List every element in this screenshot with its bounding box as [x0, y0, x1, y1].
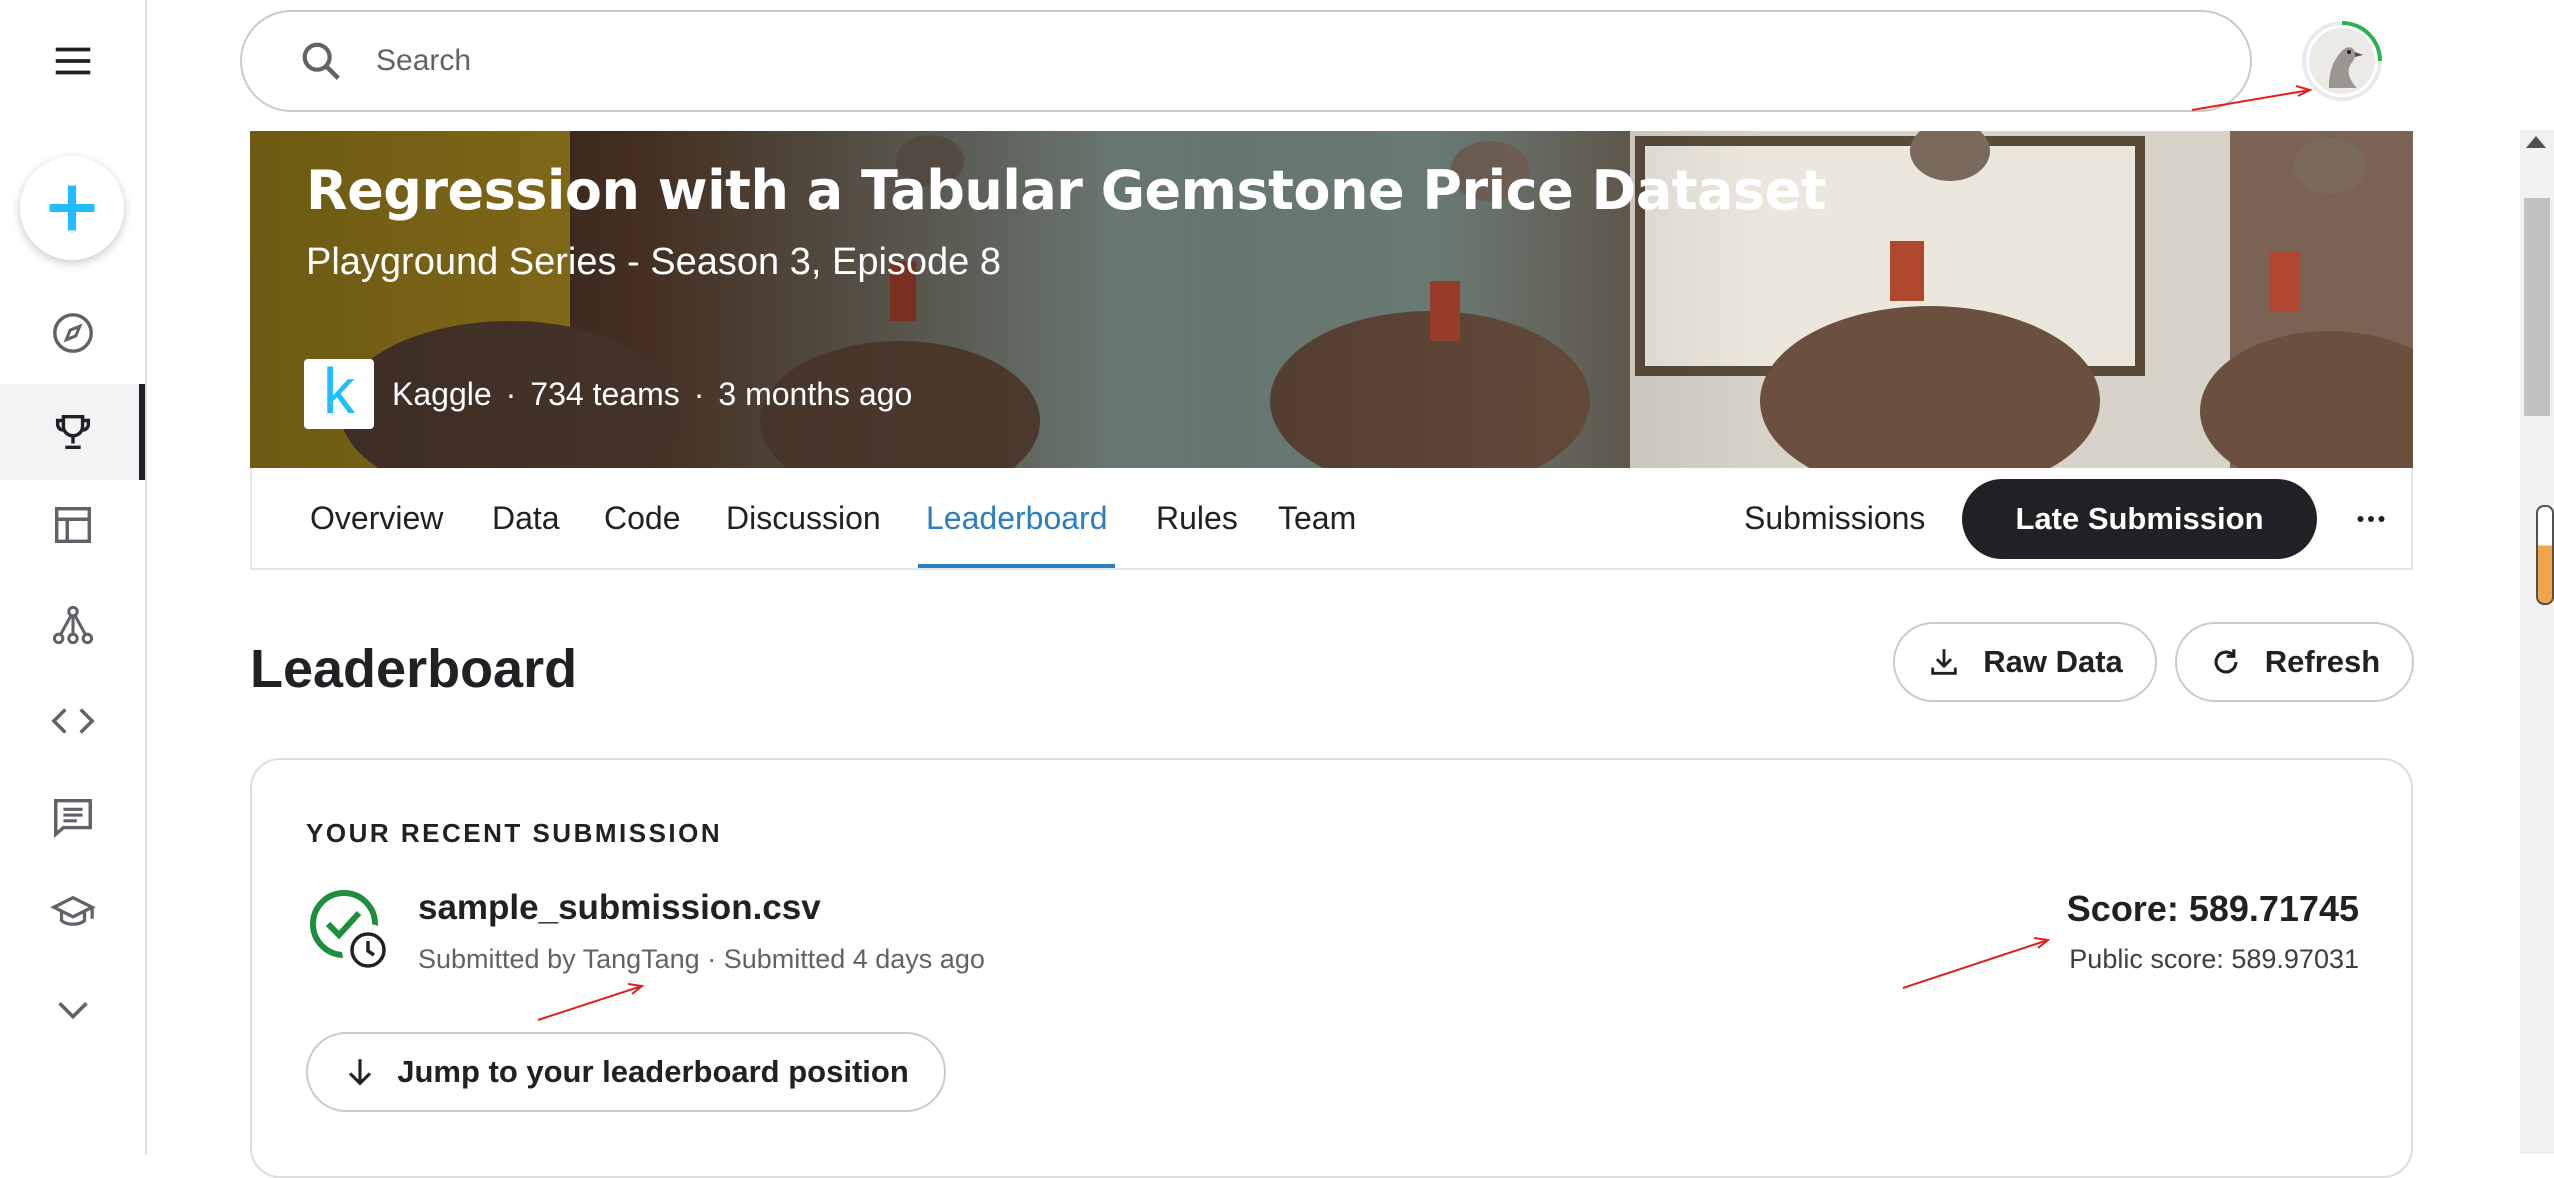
- arrow-down-icon: [349, 1059, 372, 1086]
- section-label: YOUR RECENT SUBMISSION: [306, 818, 723, 848]
- models-icon[interactable]: [0, 580, 145, 670]
- refresh-icon: [2214, 649, 2238, 674]
- goose-avatar-icon: [2309, 28, 2375, 94]
- competition-title: Regression with a Tabular Gemstone Price…: [306, 159, 1827, 222]
- raw-data-label: Raw Data: [1983, 644, 2123, 679]
- plus-icon: [49, 185, 95, 231]
- user-avatar[interactable]: [2309, 28, 2375, 94]
- search-bar[interactable]: [240, 10, 2252, 112]
- tab-rules[interactable]: Rules: [1156, 468, 1238, 568]
- code-icon[interactable]: [0, 676, 145, 766]
- tab-team[interactable]: Team: [1278, 468, 1356, 568]
- kaggle-logo-icon[interactable]: k: [304, 359, 374, 429]
- search-input[interactable]: [374, 43, 2178, 79]
- submission-meta: Submitted by TangTang · Submitted 4 days…: [418, 944, 985, 974]
- submission-score: Score: 589.71745: [2066, 888, 2359, 929]
- competition-banner: Regression with a Tabular Gemstone Price…: [250, 131, 2413, 468]
- download-icon: [1931, 649, 1957, 675]
- team-count: 734 teams: [530, 375, 680, 412]
- submissions-link[interactable]: Submissions: [1744, 468, 1925, 568]
- chevron-down-icon[interactable]: [0, 964, 145, 1054]
- competition-meta: k Kaggle · 734 teams · 3 months ago: [304, 359, 912, 429]
- scrollbar-thumb[interactable]: [2524, 198, 2550, 416]
- public-score: Public score: 589.97031: [2069, 944, 2359, 974]
- table-icon[interactable]: [0, 480, 145, 570]
- trophy-icon[interactable]: [0, 384, 145, 480]
- refresh-label: Refresh: [2264, 644, 2381, 679]
- more-options-icon[interactable]: [2350, 498, 2392, 540]
- competition-age: 3 months ago: [718, 375, 913, 412]
- late-submission-button[interactable]: Late Submission: [1962, 479, 2317, 559]
- learn-icon[interactable]: [0, 868, 145, 958]
- competition-tabs: Overview Data Code Discussion Leaderboar…: [250, 468, 2413, 570]
- recent-submission-card: YOUR RECENT SUBMISSION sample_submission…: [250, 758, 2413, 1178]
- page-title: Leaderboard: [250, 639, 578, 699]
- submission-file-name[interactable]: sample_submission.csv: [418, 888, 821, 928]
- tab-discussion[interactable]: Discussion: [726, 468, 881, 568]
- left-sidebar: [0, 0, 147, 1154]
- tab-code[interactable]: Code: [604, 468, 681, 568]
- jump-label: Jump to your leaderboard position: [397, 1054, 909, 1089]
- tab-overview[interactable]: Overview: [310, 468, 443, 568]
- tab-data[interactable]: Data: [492, 468, 560, 568]
- compass-icon[interactable]: [0, 288, 145, 378]
- menu-icon[interactable]: [0, 16, 145, 106]
- discussion-icon[interactable]: [0, 772, 145, 862]
- raw-data-button[interactable]: Raw Data: [1893, 622, 2157, 702]
- jump-to-position-button[interactable]: Jump to your leaderboard position: [306, 1032, 946, 1112]
- scroll-marker: [2536, 505, 2554, 605]
- competition-subtitle: Playground Series - Season 3, Episode 8: [306, 241, 1001, 283]
- host-name[interactable]: Kaggle: [392, 376, 492, 413]
- scroll-up-icon[interactable]: [2526, 136, 2546, 148]
- refresh-button[interactable]: Refresh: [2175, 622, 2414, 702]
- create-button[interactable]: [20, 156, 124, 260]
- tab-leaderboard[interactable]: Leaderboard: [917, 468, 1116, 568]
- search-icon: [302, 42, 340, 80]
- submission-complete-icon: [310, 890, 394, 976]
